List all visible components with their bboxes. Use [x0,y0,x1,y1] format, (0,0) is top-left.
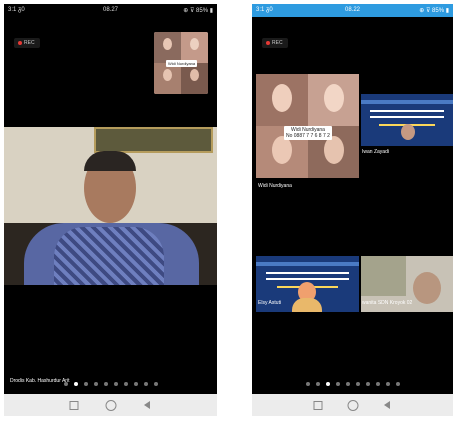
tile-label: Elsy Astuti [258,300,282,306]
status-bar: 3:1 ᵹ0 08.27 ⊕ ⊽ 85% ▮ [4,4,217,17]
tile-label: Widi Nurdiyana [258,183,292,189]
page-dot[interactable] [365,382,370,386]
page-dot[interactable] [315,382,320,386]
back-icon[interactable] [143,401,150,409]
right-phone-screen: 3:1 ᵹ0 08.22 ⊕ ⊽ 85% ▮ REC Widi Nurdiyan… [252,4,453,416]
status-icons: ⊕ ⊽ 85% ▮ [419,8,449,14]
android-nav-bar [4,394,217,416]
page-dot[interactable] [93,382,98,386]
android-nav-bar [252,394,453,416]
home-icon[interactable] [347,400,358,411]
collage-name-tag: Widi Nurdiyana No 0887 7 7 6 8 7 2 [284,126,332,140]
rec-indicator: REC [262,38,288,48]
pip-name-tag: Widi Nurdiyana [166,60,198,67]
page-dot[interactable] [63,382,68,386]
page-dot[interactable] [335,382,340,386]
recents-icon[interactable] [69,401,79,410]
page-dot[interactable] [375,382,380,386]
page-dot[interactable] [143,382,148,386]
slide-header [361,100,453,104]
record-icon [18,40,22,45]
slide-header [256,262,359,266]
tile-label: Iwan Zayadi [362,149,389,155]
page-dot-active[interactable] [325,382,330,386]
pip-thumbnail[interactable]: Widi Nurdiyana [154,32,208,94]
page-indicator [252,382,453,386]
slide-text-line [266,272,349,274]
left-phone-screen: 3:1 ᵹ0 08.27 ⊕ ⊽ 85% ▮ REC Widi Nurdiyan… [4,4,217,416]
record-icon [266,40,270,45]
page-dot[interactable] [113,382,118,386]
speaker-video[interactable] [4,127,217,285]
status-icons: ⊕ ⊽ 85% ▮ [183,8,213,14]
page-dot[interactable] [385,382,390,386]
rec-label: REC [272,40,283,46]
page-dot[interactable] [83,382,88,386]
page-dot[interactable] [345,382,350,386]
participant-tile[interactable] [361,94,453,146]
status-bar: 3:1 ᵹ0 08.22 ⊕ ⊽ 85% ▮ [252,4,453,17]
home-icon[interactable] [105,400,116,411]
rec-indicator: REC [14,38,40,48]
recents-icon[interactable] [313,401,323,410]
page-dot[interactable] [133,382,138,386]
page-dot[interactable] [103,382,108,386]
rec-label: REC [24,40,35,46]
page-dot[interactable] [355,382,360,386]
participant-tile[interactable]: Widi Nurdiyana No 0887 7 7 6 8 7 2 [256,74,359,178]
slide-text-line [266,278,349,280]
back-icon[interactable] [383,401,390,409]
page-dot[interactable] [395,382,400,386]
slide-text-line [370,110,444,112]
page-dot-active[interactable] [73,382,78,386]
page-indicator [4,382,217,386]
tile-label: wanita SDN Kroyok 02 [362,300,413,306]
page-dot[interactable] [305,382,310,386]
collage-phone: No 0887 7 7 6 8 7 2 [286,133,330,139]
page-dot[interactable] [123,382,128,386]
page-dot[interactable] [153,382,158,386]
slide-text-line [370,116,444,118]
